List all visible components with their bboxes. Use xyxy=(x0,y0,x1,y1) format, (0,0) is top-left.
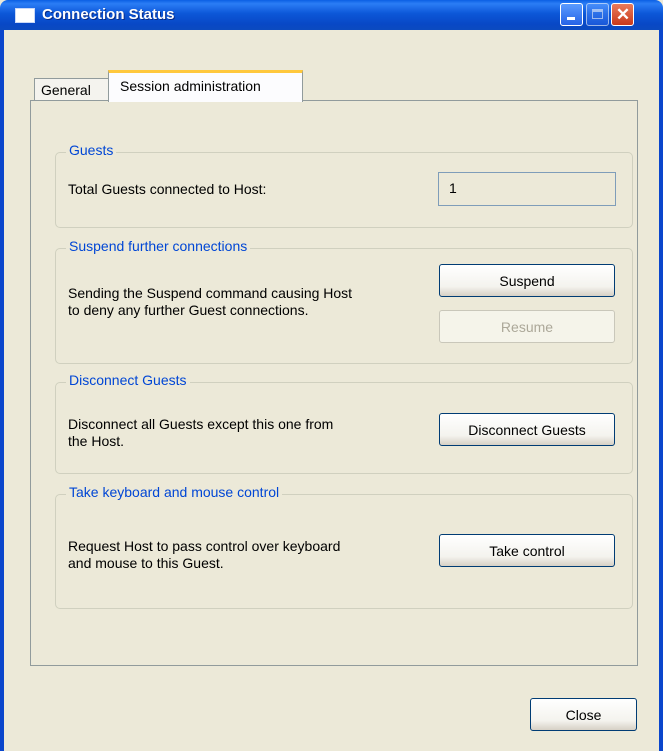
suspend-description-line1: Sending the Suspend command causing Host xyxy=(68,285,353,301)
disconnect-description-line2: the Host. xyxy=(68,433,125,449)
window-title: Connection Status xyxy=(42,6,175,23)
close-button[interactable]: Close xyxy=(530,698,637,731)
close-window-button[interactable]: ✕ xyxy=(611,3,634,26)
control-legend: Take keyboard and mouse control xyxy=(66,484,283,500)
tab-session-administration[interactable]: Session administration xyxy=(108,70,303,102)
window-app-icon xyxy=(15,8,35,23)
suspend-legend: Suspend further connections xyxy=(66,238,251,254)
control-description-line2: and mouse to this Guest. xyxy=(68,555,224,571)
window-frame-left xyxy=(0,30,4,751)
disconnect-guests-button[interactable]: Disconnect Guests xyxy=(439,413,615,446)
close-icon: ✕ xyxy=(615,5,631,24)
control-description-line1: Request Host to pass control over keyboa… xyxy=(68,538,341,554)
take-control-button[interactable]: Take control xyxy=(439,534,615,567)
minimize-button[interactable] xyxy=(560,3,583,26)
suspend-button[interactable]: Suspend xyxy=(439,264,615,297)
maximize-icon xyxy=(592,9,603,19)
total-guests-field: 1 xyxy=(438,172,616,206)
minimize-icon xyxy=(567,17,575,20)
disconnect-description-line1: Disconnect all Guests except this one fr… xyxy=(68,416,334,432)
maximize-button[interactable] xyxy=(586,3,609,26)
total-guests-label: Total Guests connected to Host: xyxy=(68,181,267,197)
suspend-description-line2: to deny any further Guest connections. xyxy=(68,302,309,318)
title-bar[interactable]: Connection Status ✕ xyxy=(0,0,663,30)
window-frame-right xyxy=(659,30,663,751)
guests-legend: Guests xyxy=(66,142,117,158)
disconnect-legend: Disconnect Guests xyxy=(66,372,190,388)
tab-general[interactable]: General xyxy=(34,78,109,101)
resume-button[interactable]: Resume xyxy=(439,310,615,343)
